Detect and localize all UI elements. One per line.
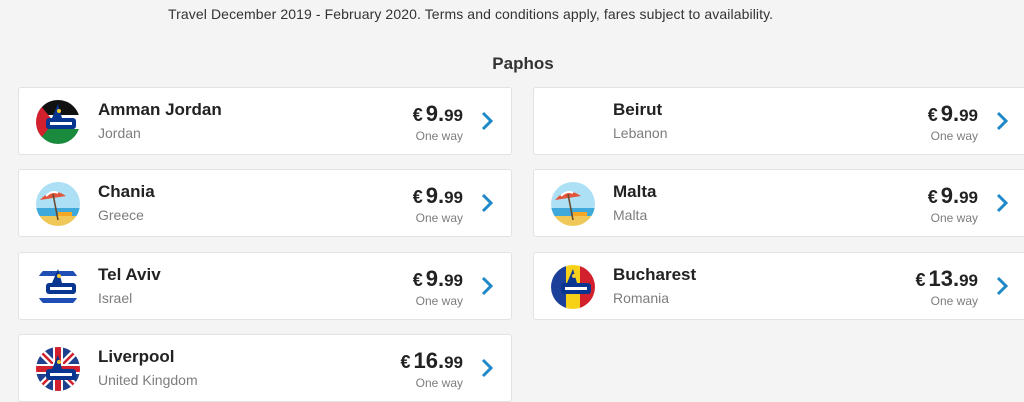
destination-name: Tel Aviv [98, 265, 161, 284]
fare-price: €9.99 [412, 183, 463, 208]
fare-card-malta[interactable]: Malta Malta €9.99 One way [533, 169, 1024, 237]
fare-card-bucharest[interactable]: Bucharest Romania €13.99 One way [533, 252, 1024, 320]
fare-card-chania[interactable]: Chania Greece €9.99 One way [18, 169, 512, 237]
trip-type: One way [415, 294, 463, 308]
trip-type: One way [415, 129, 463, 143]
trip-type: One way [930, 129, 978, 143]
fare-price: €16.99 [400, 348, 463, 373]
destination-name: Malta [613, 182, 657, 201]
destination-country: Israel [98, 290, 133, 306]
fare-price: €9.99 [412, 266, 463, 291]
destination-country: Jordan [98, 125, 141, 141]
romania-flag-plane-icon [551, 265, 595, 309]
chevron-right-icon[interactable] [994, 192, 1010, 214]
beach-umbrella-icon [36, 182, 80, 226]
chevron-right-icon[interactable] [479, 192, 495, 214]
chevron-right-icon[interactable] [479, 357, 495, 379]
destination-country: United Kingdom [98, 372, 198, 388]
fare-card-amman[interactable]: Amman Jordan Jordan €9.99 One way [18, 87, 512, 155]
chevron-right-icon[interactable] [479, 275, 495, 297]
trip-type: One way [415, 376, 463, 390]
trip-type: One way [415, 211, 463, 225]
trip-type: One way [930, 211, 978, 225]
fare-price: €13.99 [915, 266, 978, 291]
destination-name: Liverpool [98, 347, 175, 366]
fare-card-beirut[interactable]: Beirut Lebanon €9.99 One way [533, 87, 1024, 155]
fare-price: €9.99 [927, 101, 978, 126]
destination-country: Lebanon [613, 125, 668, 141]
destination-country: Malta [613, 207, 648, 223]
chevron-right-icon[interactable] [479, 110, 495, 132]
jordan-flag-plane-icon [36, 100, 80, 144]
origin-city-heading: Paphos [492, 54, 554, 73]
fare-price: €9.99 [927, 183, 978, 208]
destination-name: Chania [98, 182, 155, 201]
destination-country: Greece [98, 207, 144, 223]
chevron-right-icon[interactable] [994, 275, 1010, 297]
israel-flag-plane-icon [36, 265, 80, 309]
destination-name: Amman Jordan [98, 100, 222, 119]
beach-umbrella-icon [551, 182, 595, 226]
destination-name: Beirut [613, 100, 663, 119]
fare-card-liverpool[interactable]: Liverpool United Kingdom €16.99 One way [18, 334, 512, 402]
chevron-right-icon[interactable] [994, 110, 1010, 132]
fare-price: €9.99 [412, 101, 463, 126]
destination-name: Bucharest [613, 265, 697, 284]
destination-country: Romania [613, 290, 670, 306]
trip-type: One way [930, 294, 978, 308]
terms-note: Travel December 2019 - February 2020. Te… [168, 6, 774, 22]
fare-card-tel-aviv[interactable]: Tel Aviv Israel €9.99 One way [18, 252, 512, 320]
uk-flag-plane-icon [36, 347, 80, 391]
